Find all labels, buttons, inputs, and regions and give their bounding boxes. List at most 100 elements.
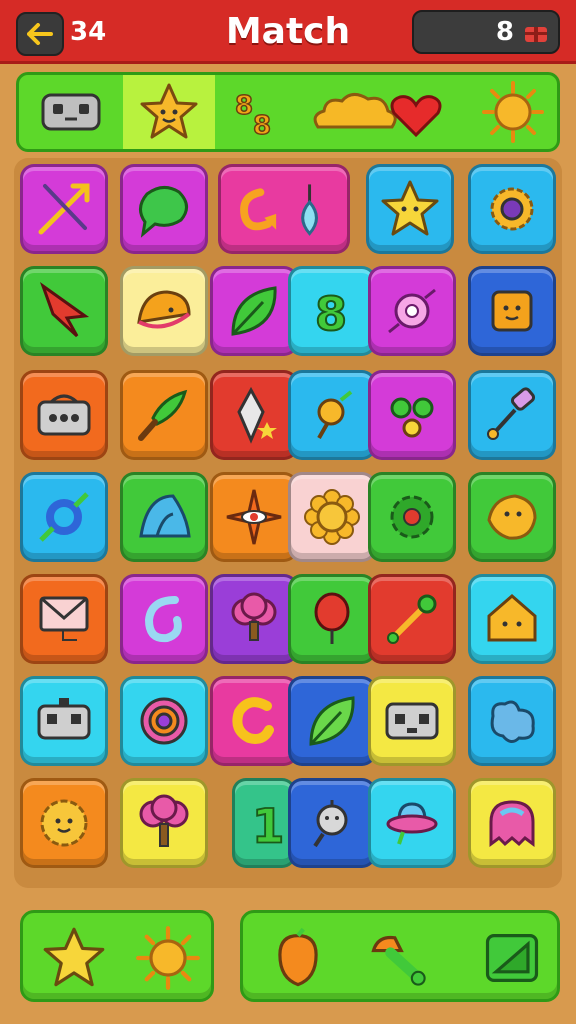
tile[interactable] bbox=[120, 472, 208, 562]
tile[interactable] bbox=[468, 574, 556, 664]
house-face-icon bbox=[487, 594, 537, 642]
shark-fin-icon bbox=[139, 494, 191, 538]
tile[interactable] bbox=[210, 472, 298, 562]
box-face-icon bbox=[491, 290, 533, 332]
tile[interactable] bbox=[120, 778, 208, 868]
tile[interactable] bbox=[120, 266, 208, 356]
crystal-icon bbox=[237, 386, 277, 444]
tile[interactable] bbox=[120, 676, 208, 766]
tile[interactable] bbox=[210, 370, 298, 460]
radio-icon bbox=[37, 394, 91, 436]
goal-bar: 8 8 bbox=[16, 72, 560, 152]
tile[interactable] bbox=[218, 164, 350, 254]
tile[interactable]: 1 bbox=[232, 778, 296, 868]
tile[interactable] bbox=[368, 266, 456, 356]
acorn-icon bbox=[278, 927, 318, 987]
score-value: 8 bbox=[495, 17, 514, 47]
star-face-icon bbox=[381, 180, 439, 236]
number-8-icon: 8 bbox=[314, 286, 348, 342]
ufo-icon bbox=[386, 802, 438, 845]
tile[interactable] bbox=[210, 676, 298, 766]
cloud-heart-icon bbox=[313, 93, 442, 138]
sun-icon bbox=[136, 926, 200, 990]
robot-icon bbox=[37, 698, 91, 740]
speech-bubble-icon bbox=[139, 186, 188, 238]
tile[interactable] bbox=[20, 266, 108, 356]
tile[interactable] bbox=[20, 472, 108, 562]
goal-item bbox=[469, 75, 557, 149]
goal-item: 8 8 bbox=[215, 75, 299, 149]
tile[interactable] bbox=[288, 472, 376, 562]
svg-text:1: 1 bbox=[252, 801, 285, 854]
lemon-face-icon bbox=[487, 494, 537, 540]
goal-item-selected[interactable] bbox=[123, 75, 215, 149]
tile[interactable] bbox=[20, 676, 108, 766]
tile[interactable] bbox=[368, 778, 456, 868]
svg-text:8: 8 bbox=[253, 111, 271, 140]
tile[interactable] bbox=[210, 266, 298, 356]
letter-c-icon bbox=[232, 697, 274, 744]
leaf-icon bbox=[231, 286, 277, 336]
tile[interactable] bbox=[468, 266, 556, 356]
tray-left[interactable] bbox=[20, 910, 214, 1002]
cursor-arrow-icon bbox=[39, 281, 90, 338]
ghost-icon bbox=[489, 800, 535, 847]
top-bar: 34 Match 8 bbox=[0, 0, 576, 64]
tile[interactable] bbox=[20, 370, 108, 460]
wrench-icon bbox=[387, 594, 437, 644]
tile[interactable] bbox=[468, 778, 556, 868]
tile[interactable] bbox=[210, 574, 298, 664]
cassette-icon bbox=[385, 702, 439, 740]
spiral-icon bbox=[140, 697, 188, 745]
star-face-icon bbox=[140, 83, 198, 139]
tile[interactable] bbox=[468, 164, 556, 254]
lamp-face-icon bbox=[313, 800, 348, 848]
gift-icon bbox=[525, 27, 547, 42]
tray-right[interactable] bbox=[240, 910, 560, 1002]
tile[interactable] bbox=[368, 676, 456, 766]
tile[interactable] bbox=[366, 164, 454, 254]
tile[interactable] bbox=[368, 370, 456, 460]
envelope-icon bbox=[39, 596, 89, 641]
sun-icon bbox=[482, 81, 544, 143]
tile[interactable] bbox=[120, 370, 208, 460]
mushroom-icon bbox=[371, 935, 426, 986]
tile[interactable] bbox=[20, 574, 108, 664]
tile[interactable] bbox=[120, 164, 208, 254]
frog-face-icon bbox=[390, 397, 434, 438]
robot-icon bbox=[41, 93, 101, 131]
tile[interactable] bbox=[20, 778, 108, 868]
eye-star-icon bbox=[226, 489, 282, 545]
tile[interactable] bbox=[120, 574, 208, 664]
tile[interactable] bbox=[468, 676, 556, 766]
cloud-blob-icon bbox=[490, 700, 535, 743]
leaf-icon bbox=[309, 696, 355, 746]
fruit-icon bbox=[317, 390, 353, 439]
arrows-icon bbox=[38, 183, 90, 235]
balloon-icon bbox=[314, 592, 350, 644]
tile[interactable] bbox=[368, 472, 456, 562]
taco-face-icon bbox=[137, 290, 191, 329]
tile[interactable] bbox=[368, 574, 456, 664]
tile[interactable]: 8 bbox=[288, 266, 376, 356]
number-1-icon: 1 bbox=[251, 800, 285, 854]
game-board: 8 1 bbox=[14, 158, 562, 888]
tile[interactable] bbox=[288, 676, 376, 766]
sun-face-icon bbox=[40, 799, 88, 847]
svg-text:8: 8 bbox=[315, 287, 347, 341]
tile[interactable] bbox=[468, 370, 556, 460]
swirl-icon bbox=[144, 596, 182, 643]
candy-ring-icon bbox=[39, 492, 89, 542]
tile[interactable] bbox=[20, 164, 108, 254]
tile[interactable] bbox=[468, 472, 556, 562]
star-icon bbox=[43, 927, 105, 987]
tile[interactable] bbox=[288, 370, 376, 460]
tile[interactable] bbox=[288, 574, 376, 664]
wand-icon bbox=[487, 387, 536, 440]
triangle-card-icon bbox=[485, 934, 539, 982]
flower-face-icon bbox=[304, 489, 360, 545]
hook-drop-icon bbox=[240, 184, 318, 236]
gear-icon bbox=[390, 495, 434, 539]
svg-text:8: 8 bbox=[235, 91, 253, 121]
tile[interactable] bbox=[288, 778, 376, 868]
